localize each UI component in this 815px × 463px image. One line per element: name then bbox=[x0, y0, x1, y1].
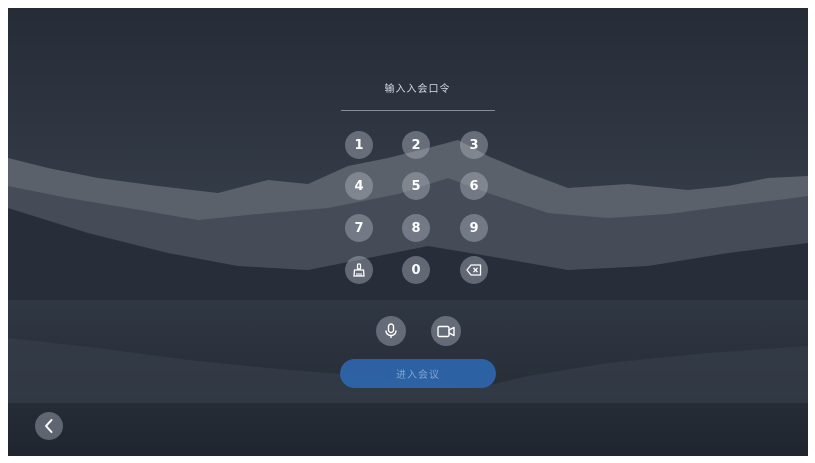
keypad-key-8[interactable]: 8 bbox=[402, 214, 430, 242]
keypad-clear-button[interactable] bbox=[345, 256, 373, 284]
password-input-underline[interactable] bbox=[341, 110, 495, 111]
chevron-left-icon bbox=[45, 419, 53, 433]
keypad-key-6[interactable]: 6 bbox=[460, 172, 488, 200]
keypad-key-5[interactable]: 5 bbox=[402, 172, 430, 200]
keypad-key-2[interactable]: 2 bbox=[402, 131, 430, 159]
keypad-key-7[interactable]: 7 bbox=[345, 214, 373, 242]
keypad-key-9[interactable]: 9 bbox=[460, 214, 488, 242]
keypad-backspace-button[interactable] bbox=[460, 256, 488, 284]
keypad-key-3[interactable]: 3 bbox=[460, 131, 488, 159]
back-button[interactable] bbox=[35, 412, 63, 440]
microphone-icon bbox=[385, 323, 397, 338]
join-meeting-button[interactable]: 进入会议 bbox=[340, 359, 496, 388]
keypad-key-0[interactable]: 0 bbox=[402, 256, 430, 284]
backspace-icon bbox=[466, 264, 482, 276]
keypad-key-4[interactable]: 4 bbox=[345, 172, 373, 200]
broom-icon bbox=[353, 263, 365, 277]
keypad-key-1[interactable]: 1 bbox=[345, 131, 373, 159]
video-camera-icon bbox=[437, 325, 455, 337]
camera-toggle-button[interactable] bbox=[431, 316, 461, 346]
password-placeholder[interactable]: 输入入会口令 bbox=[340, 80, 495, 95]
microphone-toggle-button[interactable] bbox=[376, 316, 406, 346]
meeting-join-screen: 输入入会口令 1 2 3 4 5 6 7 8 9 0 进入会议 bbox=[8, 8, 808, 456]
